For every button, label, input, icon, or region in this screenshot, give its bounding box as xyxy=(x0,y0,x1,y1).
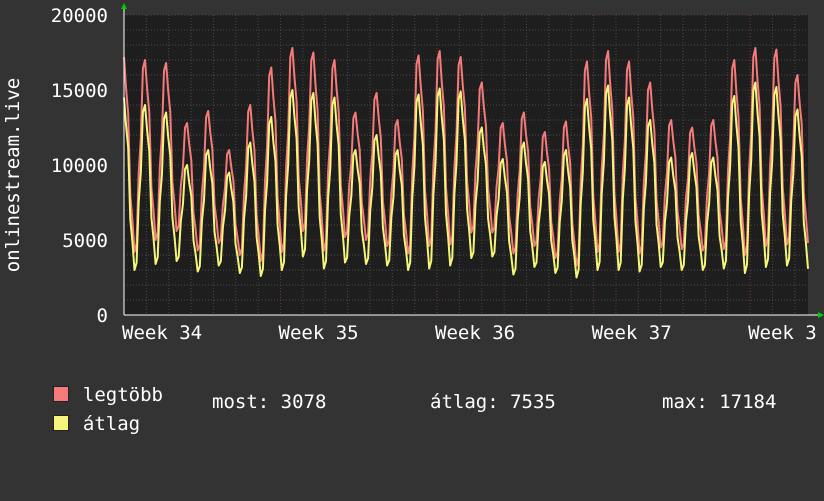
legend-label-avg: átlag xyxy=(82,413,141,435)
y-axis-arrow xyxy=(121,3,127,9)
chart: 20000150001000050000 Week 34 Week 35 Week … xyxy=(2,3,824,344)
y-tick-label: 5000 xyxy=(62,230,108,252)
y-tick-label: 10000 xyxy=(51,155,108,177)
y-tick-labels: 20000 15000 10000 5000 0 xyxy=(51,5,108,327)
y-axis-title: onlinestream.live xyxy=(2,78,24,272)
legend-swatch-avg xyxy=(52,415,69,431)
x-axis-arrow xyxy=(818,312,824,318)
x-tick-label: Week 34 xyxy=(122,322,202,344)
legend-row-avg: átlag most: 3078 átlag: 7535 max: 17184 xyxy=(30,391,820,435)
stat-max: max: 17184 xyxy=(662,391,777,413)
x-tick-label: Week 36 xyxy=(435,322,515,344)
y-tick-label: 15000 xyxy=(51,80,108,102)
x-tick-label: Week 3 xyxy=(748,322,817,344)
legend-row-max: legtöbb xyxy=(30,362,163,406)
x-tick-label: Week 37 xyxy=(592,322,672,344)
y-tick-label: 0 xyxy=(97,305,108,327)
x-tick-label: Week 35 xyxy=(279,322,359,344)
x-tick-labels: Week 34 Week 35 Week 36 Week 37 Week 3 xyxy=(122,322,817,344)
stat-now: most: 3078 xyxy=(212,391,327,413)
stat-average: átlag: 7535 xyxy=(430,391,556,413)
y-tick-label: 20000 xyxy=(51,5,108,27)
